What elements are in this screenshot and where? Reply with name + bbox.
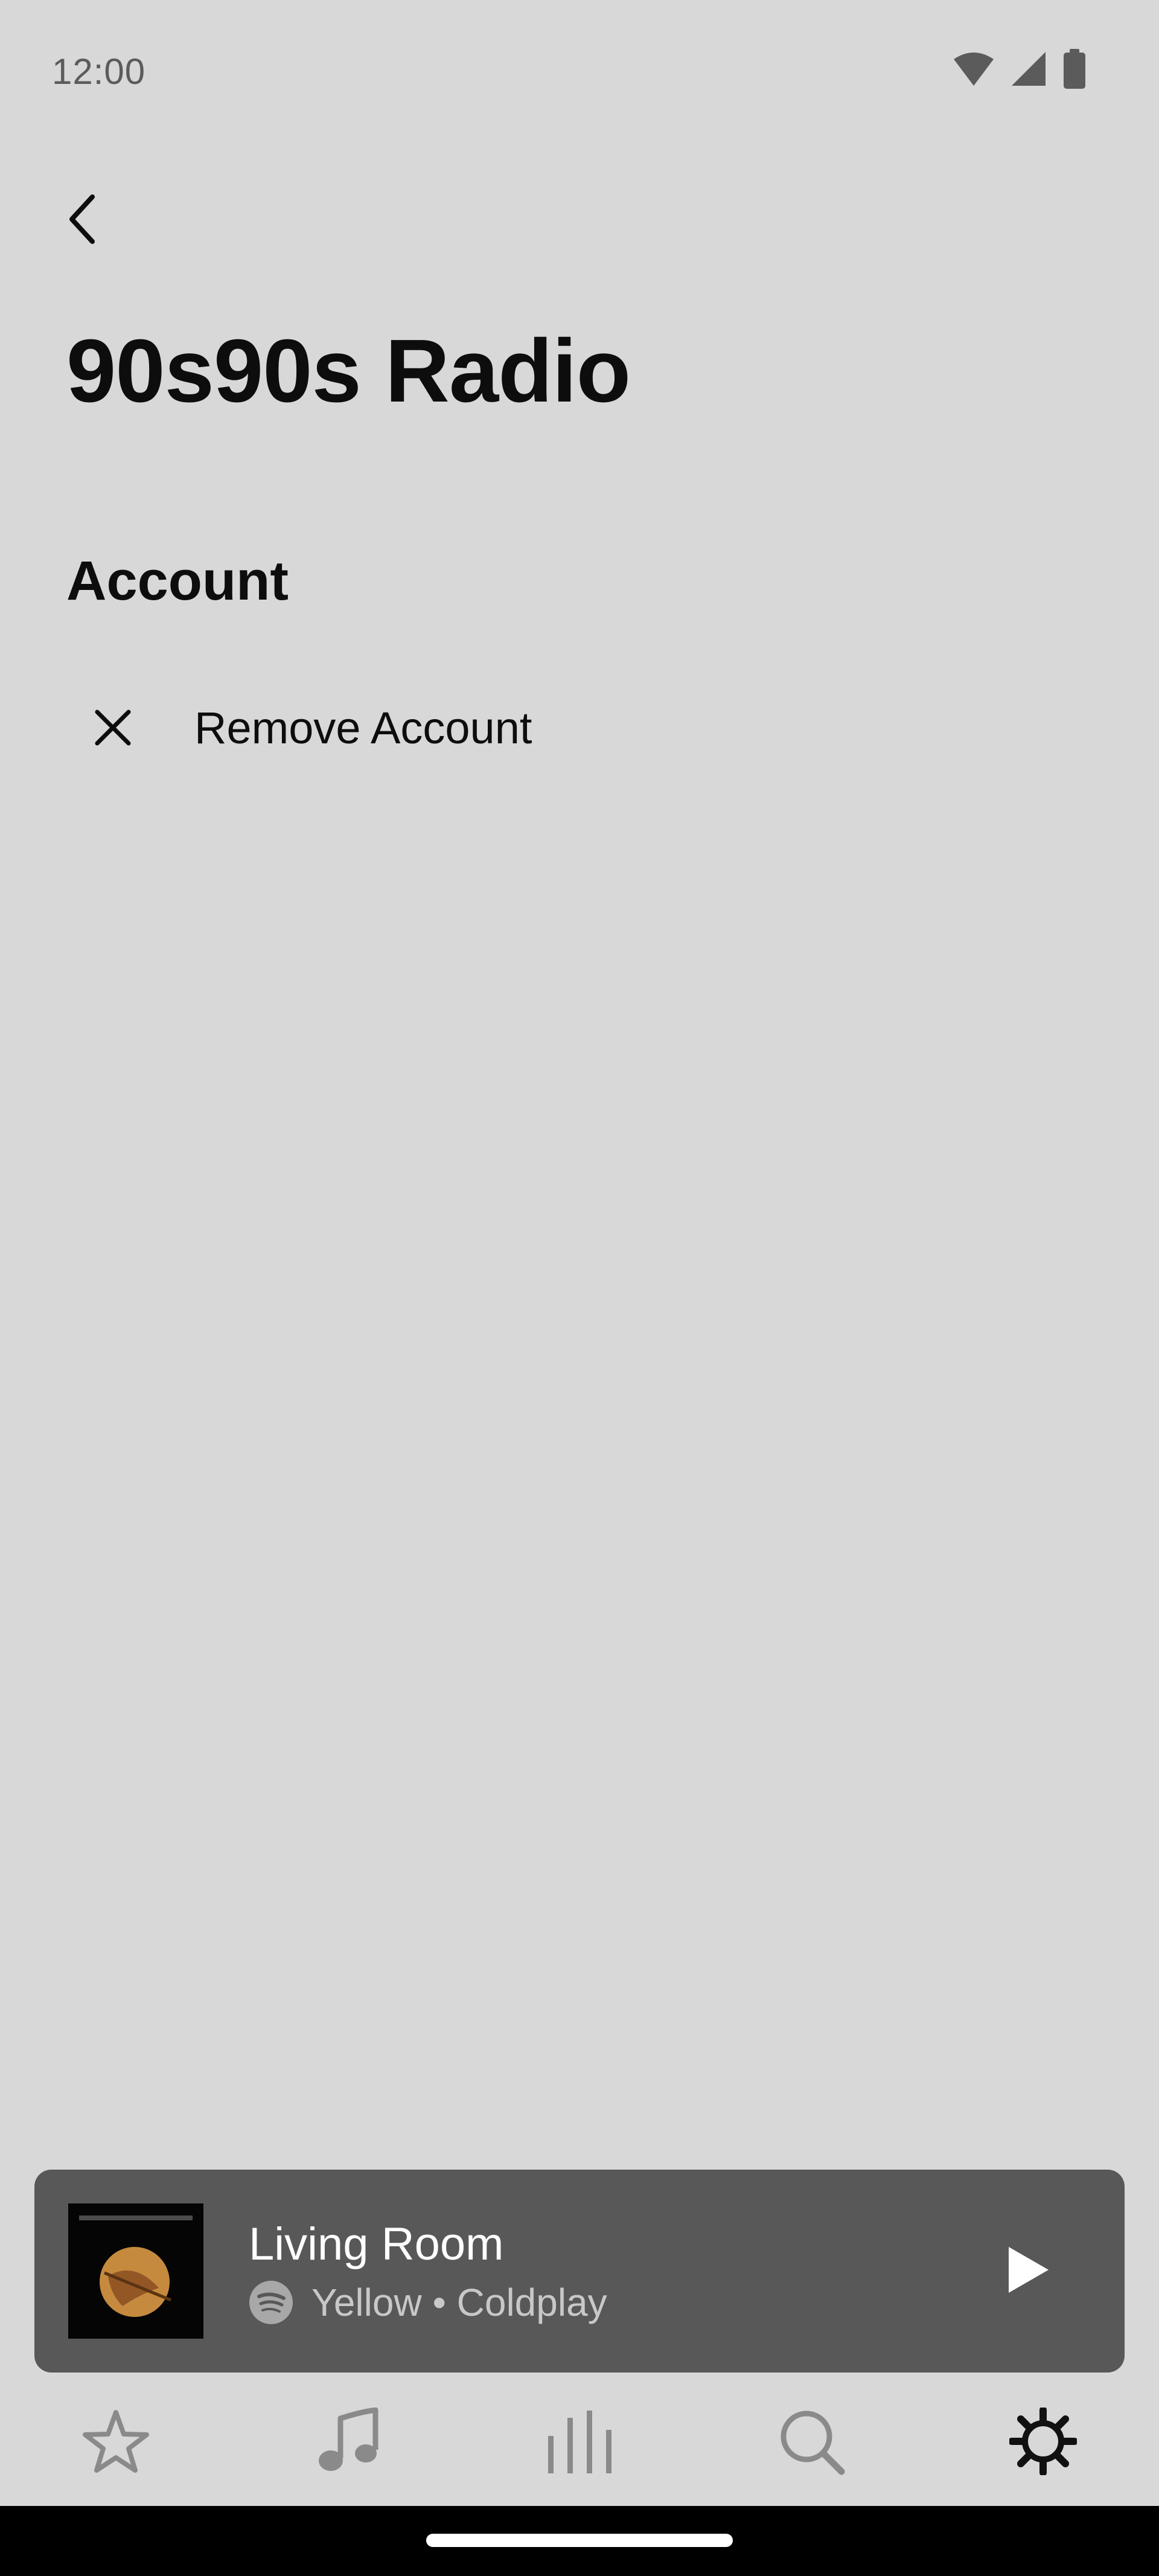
nav-settings[interactable]	[927, 2385, 1159, 2500]
nav-search[interactable]	[695, 2385, 927, 2500]
status-bar: 12:00	[0, 0, 1159, 139]
close-icon	[66, 682, 163, 773]
status-icons	[953, 48, 1087, 92]
nav-browse[interactable]	[232, 2385, 464, 2500]
play-icon	[1005, 2244, 1051, 2298]
home-indicator[interactable]	[426, 2534, 733, 2547]
remove-account-button[interactable]: Remove Account	[66, 682, 1093, 773]
page-title: 90s90s Radio	[66, 321, 631, 421]
album-art	[68, 2203, 203, 2339]
chevron-left-icon	[63, 192, 100, 249]
account-section-heading: Account	[66, 550, 289, 612]
settings-gear-icon	[1008, 2406, 1078, 2478]
now-playing-track: Yellow • Coldplay	[311, 2281, 607, 2324]
status-time: 12:00	[52, 51, 146, 92]
battery-icon	[1062, 48, 1087, 92]
now-playing-room: Living Room	[249, 2219, 504, 2270]
nav-rooms[interactable]	[464, 2385, 695, 2500]
search-icon	[777, 2408, 845, 2478]
spotify-icon	[249, 2280, 293, 2325]
now-playing-track-line: Yellow • Coldplay	[249, 2278, 607, 2327]
now-playing-bar[interactable]: Living Room Yellow • Coldplay	[34, 2170, 1125, 2373]
remove-account-label: Remove Account	[194, 702, 532, 753]
cell-signal-icon	[1011, 51, 1047, 90]
wifi-icon	[953, 51, 995, 90]
star-icon	[82, 2409, 150, 2477]
bottom-nav	[0, 2385, 1159, 2500]
back-button[interactable]	[48, 181, 115, 260]
music-note-icon	[316, 2407, 379, 2478]
nav-favorites[interactable]	[0, 2385, 232, 2500]
play-button[interactable]	[992, 2235, 1064, 2307]
rooms-bars-icon	[544, 2408, 615, 2478]
